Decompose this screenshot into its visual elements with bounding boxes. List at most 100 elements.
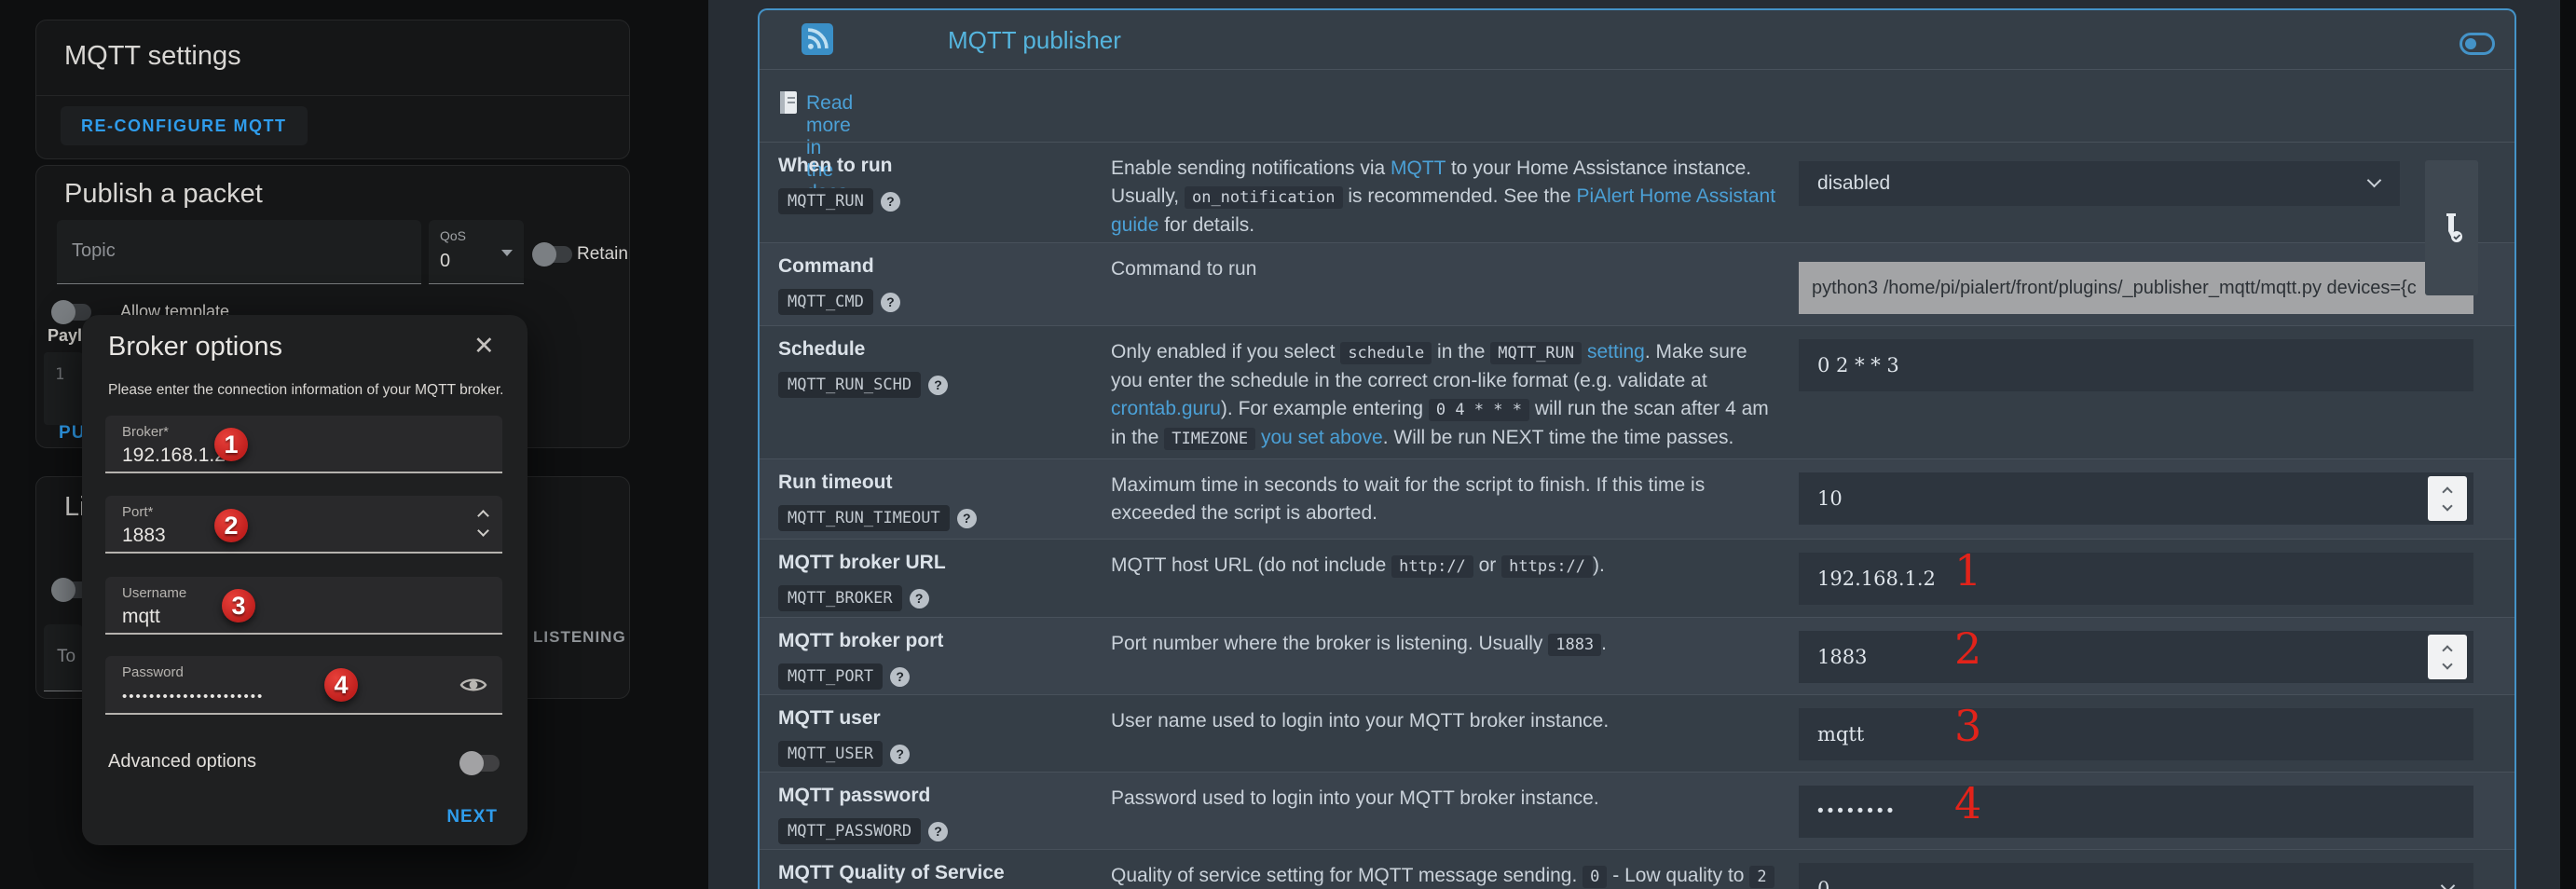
broker-field-value: 192.168.1.2 (122, 444, 226, 467)
inline-text: . (1601, 633, 1607, 654)
help-icon[interactable]: ? (910, 589, 929, 609)
qos-select[interactable]: 0 (1799, 863, 2473, 889)
topic-input[interactable]: Topic (57, 220, 421, 284)
broker-field[interactable]: Broker* 192.168.1.2 (105, 416, 502, 473)
inline-text: MQTT host URL (do not include (1111, 554, 1391, 576)
payload-editor[interactable]: 1 (44, 352, 83, 425)
qos-select-label: QoS (440, 228, 466, 243)
inline-link[interactable]: crontab.guru (1111, 398, 1221, 419)
schedule-input[interactable]: 0 2 * * 3 (1799, 339, 2473, 391)
broker-field-label: Broker* (122, 424, 169, 440)
inline-text: ). For example entering (1221, 398, 1429, 419)
annotation-number-1: 1 (1954, 545, 1981, 595)
inline-text: ). (1593, 554, 1605, 576)
annotation-badge-1: 1 (214, 428, 248, 461)
advanced-options-label: Advanced options (108, 751, 256, 773)
qos-value: 0 (1817, 878, 1829, 889)
password-field-value: ••••••••••••••••••••• (122, 689, 264, 704)
setting-description: Only enabled if you select schedule in t… (1111, 338, 1777, 453)
inline-link[interactable]: you set above (1261, 427, 1383, 448)
number-stepper[interactable] (2428, 635, 2467, 679)
mqtt-password-value: •••••••• (1817, 801, 1897, 822)
broker-url-value: 192.168.1.2 (1817, 568, 1936, 590)
port-field[interactable]: Port* 1883 (105, 496, 502, 554)
inline-text: Quality of service setting for MQTT mess… (1111, 865, 1583, 886)
when-to-run-select[interactable]: disabled (1799, 161, 2400, 206)
setting-label: MQTT broker port (778, 630, 1100, 652)
next-button[interactable]: NEXT (446, 807, 498, 827)
eye-icon[interactable] (459, 673, 487, 702)
broker-port-input[interactable]: 1883 (1799, 631, 2473, 683)
inline-code-chip: https:// (1501, 555, 1593, 578)
help-icon[interactable]: ? (928, 822, 948, 841)
setting-row-mqtt-run-schd: Schedule MQTT_RUN_SCHD ? Only enabled if… (760, 325, 2514, 458)
book-icon (778, 90, 801, 116)
setting-code-chip: MQTT_PORT (778, 663, 883, 690)
editor-line-number: 1 (55, 365, 64, 384)
password-field[interactable]: Password ••••••••••••••••••••• (105, 656, 502, 715)
inline-text: Maximum time in seconds to wait for the … (1111, 474, 1705, 524)
listen-topic-input[interactable]: To (44, 624, 83, 691)
inline-code-chip: 0 4 * * * (1429, 399, 1529, 421)
number-stepper[interactable] (2428, 476, 2467, 521)
setting-label: When to run (778, 155, 1100, 177)
close-icon[interactable]: ✕ (473, 332, 495, 361)
inline-code-chip: schedule (1340, 342, 1432, 364)
run-test-button[interactable] (2425, 160, 2478, 295)
inline-text: Only enabled if you select (1111, 341, 1340, 362)
setting-row-mqtt-broker: MQTT broker URL MQTT_BROKER ? MQTT host … (760, 539, 2514, 617)
setting-label: Command (778, 255, 1100, 278)
command-input[interactable]: python3 /home/pi/pialert/front/plugins/_… (1799, 262, 2473, 314)
inline-text: User name used to login into your MQTT b… (1111, 710, 1609, 732)
reconfigure-mqtt-button[interactable]: RE-CONFIGURE MQTT (61, 106, 308, 145)
listening-button[interactable]: LISTENING (533, 628, 626, 647)
help-icon[interactable]: ? (928, 376, 948, 395)
inline-link[interactable]: setting (1587, 341, 1645, 362)
setting-row-mqtt-qos: MQTT Quality of Service MQTT_QOS ? Quali… (760, 849, 2514, 889)
port-stepper[interactable] (479, 512, 487, 535)
broker-url-input[interactable]: 192.168.1.2 (1799, 553, 2473, 605)
help-icon[interactable]: ? (890, 667, 910, 687)
vial-check-icon (2440, 212, 2464, 245)
setting-code-chip: MQTT_PASSWORD (778, 818, 921, 844)
mqtt-password-input[interactable]: •••••••• (1799, 786, 2473, 838)
annotation-badge-3: 3 (222, 589, 255, 622)
chevron-down-icon (2367, 173, 2382, 188)
qos-select-value: 0 (440, 251, 450, 272)
setting-label: MQTT broker URL (778, 552, 1100, 574)
inline-text: for details. (1158, 214, 1254, 236)
username-field[interactable]: Username mqtt (105, 577, 502, 635)
inline-code-chip: on_notification (1185, 186, 1343, 209)
setting-code-chip: MQTT_USER (778, 741, 883, 767)
chevron-down-icon (501, 250, 513, 256)
inline-text: Port number where the broker is listenin… (1111, 633, 1548, 654)
setting-row-mqtt-port: MQTT broker port MQTT_PORT ? Port number… (760, 617, 2514, 694)
advanced-options-toggle[interactable] (462, 755, 500, 772)
annotation-badge-2: 2 (214, 509, 248, 542)
setting-code-chip: MQTT_RUN (778, 188, 873, 214)
toggle-off-icon[interactable] (2460, 33, 2495, 55)
inline-text: is recommended. See the (1343, 185, 1577, 207)
setting-description: Command to run (1111, 255, 1777, 283)
inline-link[interactable]: MQTT (1391, 157, 1446, 179)
setting-row-mqtt-run: When to run MQTT_RUN ? Enable sending no… (760, 142, 2514, 242)
qos-select[interactable]: QoS 0 (429, 220, 524, 284)
allow-template-toggle[interactable] (54, 304, 91, 321)
annotation-badge-4: 4 (324, 668, 358, 702)
mqtt-user-input[interactable]: mqtt (1799, 708, 2473, 760)
retain-toggle[interactable] (535, 246, 572, 263)
inline-code-chip: MQTT_RUN (1490, 342, 1582, 364)
setting-description: Port number where the broker is listenin… (1111, 630, 1777, 659)
run-timeout-input[interactable]: 10 (1799, 472, 2473, 525)
help-icon[interactable]: ? (890, 745, 910, 764)
password-field-label: Password (122, 664, 184, 680)
help-icon[interactable]: ? (881, 192, 900, 212)
setting-row-mqtt-user: MQTT user MQTT_USER ? User name used to … (760, 694, 2514, 772)
right-edge-strip (2560, 0, 2576, 889)
mqtt-user-value: mqtt (1817, 723, 1864, 745)
setting-code-chip: MQTT_RUN_TIMEOUT (778, 505, 950, 531)
help-icon[interactable]: ? (881, 293, 900, 312)
inline-code-chip: http:// (1391, 555, 1473, 578)
help-icon[interactable]: ? (957, 509, 977, 528)
setting-description: Quality of service setting for MQTT mess… (1111, 862, 1777, 889)
